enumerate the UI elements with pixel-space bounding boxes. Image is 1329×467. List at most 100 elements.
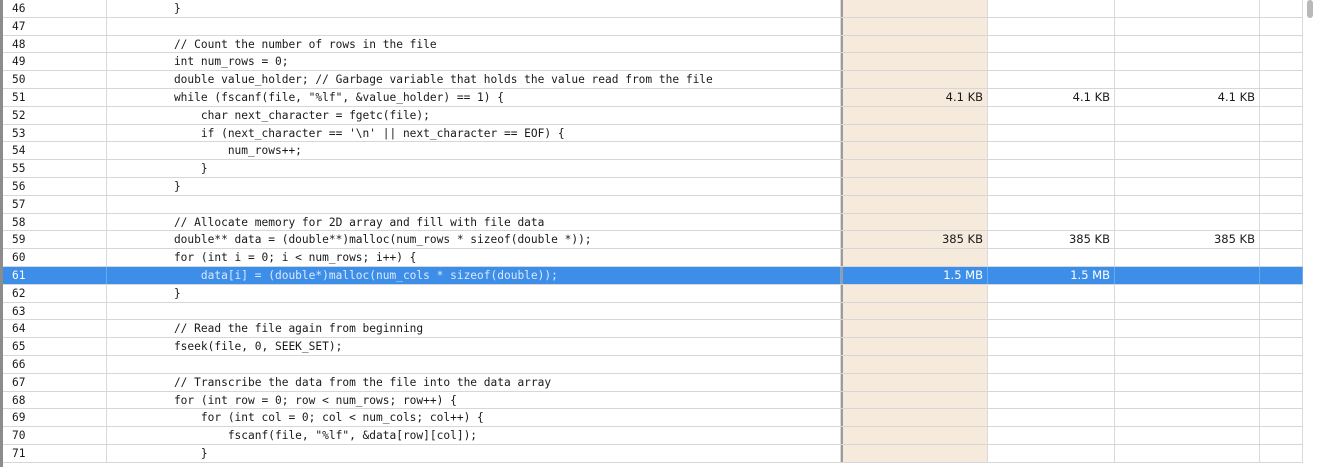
scrollbar-thumb[interactable] — [1307, 0, 1313, 18]
line-number: 50 — [0, 71, 107, 88]
memory-value-1 — [841, 124, 988, 142]
code-row[interactable]: 64 // Read the file again from beginning — [0, 320, 1303, 339]
memory-value-3 — [1115, 427, 1260, 444]
line-number: 56 — [0, 177, 107, 195]
memory-value-2 — [988, 391, 1115, 409]
line-number: 55 — [0, 160, 107, 177]
memory-value-3 — [1115, 160, 1260, 177]
source-code: double** data = (double**)malloc(num_row… — [107, 231, 841, 249]
memory-value-1 — [841, 0, 988, 17]
code-row[interactable]: 62 } — [0, 284, 1303, 303]
line-number: 63 — [0, 302, 107, 320]
memory-value-2 — [988, 284, 1115, 302]
empty-column — [1260, 88, 1303, 106]
memory-value-3 — [1115, 409, 1260, 427]
memory-value-2 — [988, 53, 1115, 71]
code-row[interactable]: 48 // Count the number of rows in the fi… — [0, 35, 1303, 54]
line-number: 61 — [0, 266, 107, 284]
code-row[interactable]: 53 if (next_character == '\n' || next_ch… — [0, 124, 1303, 143]
memory-value-2 — [988, 409, 1115, 427]
memory-value-3 — [1115, 302, 1260, 320]
code-row[interactable]: 52 char next_character = fgetc(file); — [0, 106, 1303, 125]
memory-value-3 — [1115, 106, 1260, 124]
code-row[interactable]: 69 for (int col = 0; col < num_cols; col… — [0, 409, 1303, 428]
empty-column — [1260, 106, 1303, 124]
code-row[interactable]: 54 num_rows++; — [0, 142, 1303, 161]
empty-column — [1260, 320, 1303, 338]
code-row[interactable]: 63 — [0, 302, 1303, 321]
memory-value-2 — [988, 427, 1115, 444]
empty-column — [1260, 53, 1303, 71]
empty-column — [1260, 35, 1303, 53]
memory-value-3 — [1115, 17, 1260, 35]
code-row[interactable]: 51 while (fscanf(file, "%lf", &value_hol… — [0, 88, 1303, 107]
code-row[interactable]: 71 } — [0, 444, 1303, 463]
vertical-scrollbar[interactable] — [1303, 0, 1329, 467]
memory-value-2 — [988, 302, 1115, 320]
code-row[interactable]: 57 — [0, 195, 1303, 214]
empty-column — [1260, 124, 1303, 142]
code-row[interactable]: 55 } — [0, 160, 1303, 178]
memory-value-3 — [1115, 35, 1260, 53]
source-code: double value_holder; // Garbage variable… — [107, 71, 841, 88]
empty-column — [1260, 266, 1303, 284]
code-row[interactable]: 47 — [0, 17, 1303, 36]
code-row[interactable]: 66 — [0, 355, 1303, 374]
line-number: 62 — [0, 284, 107, 302]
source-code: int num_rows = 0; — [107, 53, 841, 71]
code-row[interactable]: 59 double** data = (double**)malloc(num_… — [0, 231, 1303, 250]
code-row[interactable]: 65 fseek(file, 0, SEEK_SET); — [0, 338, 1303, 356]
memory-value-2 — [988, 177, 1115, 195]
memory-value-1 — [841, 249, 988, 266]
code-row[interactable]: 61 data[i] = (double*)malloc(num_cols * … — [0, 266, 1303, 285]
code-row[interactable]: 50 double value_holder; // Garbage varia… — [0, 71, 1303, 89]
code-row[interactable]: 60 for (int i = 0; i < num_rows; i++) { — [0, 249, 1303, 267]
code-row[interactable]: 68 for (int row = 0; row < num_rows; row… — [0, 391, 1303, 410]
source-code: data[i] = (double*)malloc(num_cols * siz… — [107, 266, 841, 284]
line-number: 53 — [0, 124, 107, 142]
empty-column — [1260, 444, 1303, 462]
memory-value-2 — [988, 106, 1115, 124]
memory-value-1 — [841, 427, 988, 444]
memory-value-1 — [841, 409, 988, 427]
line-number: 47 — [0, 17, 107, 35]
memory-value-2 — [988, 160, 1115, 177]
empty-column — [1260, 391, 1303, 409]
source-code: for (int col = 0; col < num_cols; col++)… — [107, 409, 841, 427]
source-code: // Read the file again from beginning — [107, 320, 841, 338]
code-row[interactable]: 67 // Transcribe the data from the file … — [0, 373, 1303, 392]
memory-value-1: 4.1 KB — [841, 88, 988, 106]
source-code: fseek(file, 0, SEEK_SET); — [107, 338, 841, 355]
memory-value-3 — [1115, 213, 1260, 231]
empty-column — [1260, 355, 1303, 373]
source-code: for (int row = 0; row < num_rows; row++)… — [107, 391, 841, 409]
code-row[interactable]: 56 } — [0, 177, 1303, 196]
source-code: } — [107, 444, 841, 462]
code-row[interactable]: 46 } — [0, 0, 1303, 18]
left-edge-bar — [0, 0, 3, 467]
source-code — [107, 302, 841, 320]
line-number: 60 — [0, 249, 107, 266]
code-row[interactable]: 49 int num_rows = 0; — [0, 53, 1303, 72]
memory-value-3 — [1115, 373, 1260, 391]
empty-column — [1260, 249, 1303, 266]
source-code: fscanf(file, "%lf", &data[row][col]); — [107, 427, 841, 444]
empty-column — [1260, 0, 1303, 17]
code-row[interactable]: 58 // Allocate memory for 2D array and f… — [0, 213, 1303, 232]
line-number: 57 — [0, 195, 107, 213]
memory-value-1 — [841, 177, 988, 195]
source-code: } — [107, 160, 841, 177]
memory-value-1 — [841, 355, 988, 373]
source-code: if (next_character == '\n' || next_chara… — [107, 124, 841, 142]
code-row[interactable]: 70 fscanf(file, "%lf", &data[row][col]); — [0, 427, 1303, 445]
source-code: while (fscanf(file, "%lf", &value_holder… — [107, 88, 841, 106]
line-number: 58 — [0, 213, 107, 231]
memory-value-1 — [841, 284, 988, 302]
source-code: num_rows++; — [107, 142, 841, 160]
memory-value-2 — [988, 0, 1115, 17]
memory-value-3 — [1115, 142, 1260, 160]
empty-column — [1260, 160, 1303, 177]
source-code: char next_character = fgetc(file); — [107, 106, 841, 124]
memory-value-1 — [841, 35, 988, 53]
memory-value-3: 385 KB — [1115, 231, 1260, 249]
